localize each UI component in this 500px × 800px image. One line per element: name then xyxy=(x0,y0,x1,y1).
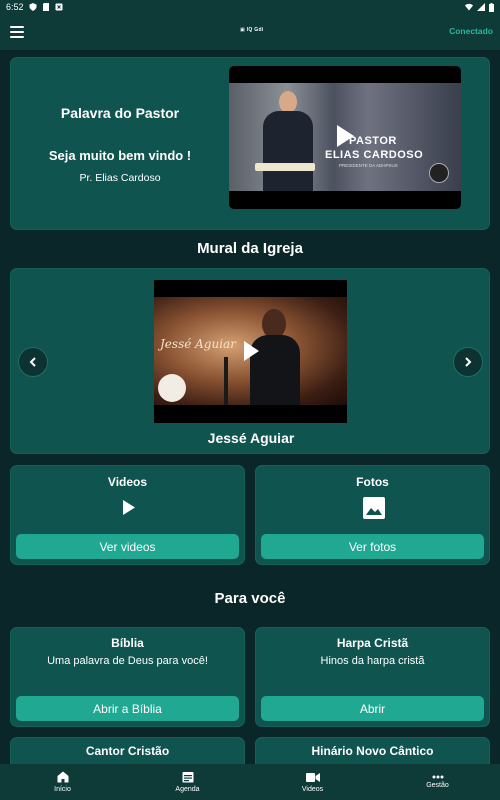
video-overlay-name: ELIAS CARDOSO xyxy=(325,149,424,161)
shield-notification-icon xyxy=(29,3,37,11)
harpa-card: Harpa Cristã Hinos da harpa cristã Abrir xyxy=(255,627,490,727)
play-icon xyxy=(123,500,135,515)
cantor-cristao-card-title: Cantor Cristão xyxy=(85,744,170,758)
app-notification-icon xyxy=(55,3,63,11)
nav-label-agenda: Agenda xyxy=(175,786,200,793)
chevron-right-icon xyxy=(465,357,472,367)
carousel-prev-button[interactable] xyxy=(18,347,48,377)
open-bible-button[interactable]: Abrir a Bíblia xyxy=(16,696,239,721)
signal-icon xyxy=(477,3,485,11)
connection-status: Conectado xyxy=(449,26,493,36)
play-icon[interactable] xyxy=(335,124,355,148)
nav-label-videos: Videos xyxy=(301,785,324,793)
nav-item-home[interactable]: Início xyxy=(0,764,125,800)
harpa-card-title: Harpa Cristã xyxy=(336,636,409,650)
video-overlay-name: Jessé Aguiar xyxy=(160,337,236,351)
sd-card-icon xyxy=(42,3,49,11)
app-logo: ▣ IQ Gdi xyxy=(240,27,264,33)
pastor-card: Palavra do Pastor Seja muito bem vindo !… xyxy=(10,57,490,230)
bible-card-title: Bíblia xyxy=(111,636,144,650)
view-photos-button[interactable]: Ver fotos xyxy=(261,534,484,559)
nav-label-gestao: Gestão xyxy=(426,782,449,789)
pastor-welcome-text: Seja muito bem vindo ! xyxy=(48,148,192,163)
battery-icon xyxy=(489,2,494,12)
hinario-card-title: Hinário Novo Cântico xyxy=(311,744,434,758)
home-icon xyxy=(57,771,68,783)
pastor-name: Pr. Elias Cardoso xyxy=(79,172,161,184)
open-harpa-button[interactable]: Abrir xyxy=(261,696,484,721)
videos-card-title: Videos xyxy=(107,475,148,489)
more-horizontal-icon xyxy=(432,775,443,779)
mural-section-title: Mural da Igreja xyxy=(197,240,303,257)
image-icon xyxy=(363,497,385,519)
videos-card: Videos Ver videos xyxy=(10,465,245,565)
pastor-video-thumbnail: PASTOR ELIAS CARDOSO PRESIDENTE DA ADHPS… xyxy=(229,83,461,191)
pastor-video-player[interactable]: PASTOR ELIAS CARDOSO PRESIDENTE DA ADHPS… xyxy=(229,66,461,209)
nav-label-home: Início xyxy=(54,786,71,793)
status-bar: 6:52 xyxy=(0,0,500,14)
view-videos-button[interactable]: Ver videos xyxy=(16,534,239,559)
nav-item-agenda[interactable]: Agenda xyxy=(125,764,250,800)
mural-video-caption: Jessé Aguiar xyxy=(207,430,295,446)
label-logo xyxy=(158,374,186,402)
video-camera-icon xyxy=(305,772,320,782)
mural-carousel: Jessé Aguiar Jessé Aguiar xyxy=(10,268,490,454)
carousel-next-button[interactable] xyxy=(453,347,483,377)
mural-video-player[interactable]: Jessé Aguiar xyxy=(154,280,347,423)
pastor-section-title: Palavra do Pastor xyxy=(60,105,180,121)
for-you-section-title: Para você xyxy=(214,590,286,607)
app-bar: ▣ IQ Gdi Conectado xyxy=(0,14,500,50)
chevron-left-icon xyxy=(29,357,36,367)
harpa-card-subtitle: Hinos da harpa cristã xyxy=(320,655,425,667)
photos-card: Fotos Ver fotos xyxy=(255,465,490,565)
photos-card-title: Fotos xyxy=(356,475,389,489)
mural-video-thumbnail: Jessé Aguiar xyxy=(154,297,347,405)
nav-item-videos[interactable]: Videos xyxy=(250,764,375,800)
status-time: 6:52 xyxy=(6,2,24,12)
video-overlay-title: PASTOR xyxy=(349,135,397,147)
nav-item-gestao[interactable]: Gestão xyxy=(375,764,500,800)
wifi-icon xyxy=(465,3,473,11)
menu-icon[interactable] xyxy=(10,26,24,38)
video-overlay-subtitle: PRESIDENTE DA ADHPSUS xyxy=(339,163,398,168)
calendar-icon xyxy=(182,772,193,783)
bottom-navigation: Início Agenda Videos Gestão xyxy=(0,764,500,800)
bible-card: Bíblia Uma palavra de Deus para você! Ab… xyxy=(10,627,245,727)
church-logo-badge xyxy=(429,163,449,183)
bible-card-subtitle: Uma palavra de Deus para você! xyxy=(47,655,208,667)
play-icon[interactable] xyxy=(242,340,260,362)
